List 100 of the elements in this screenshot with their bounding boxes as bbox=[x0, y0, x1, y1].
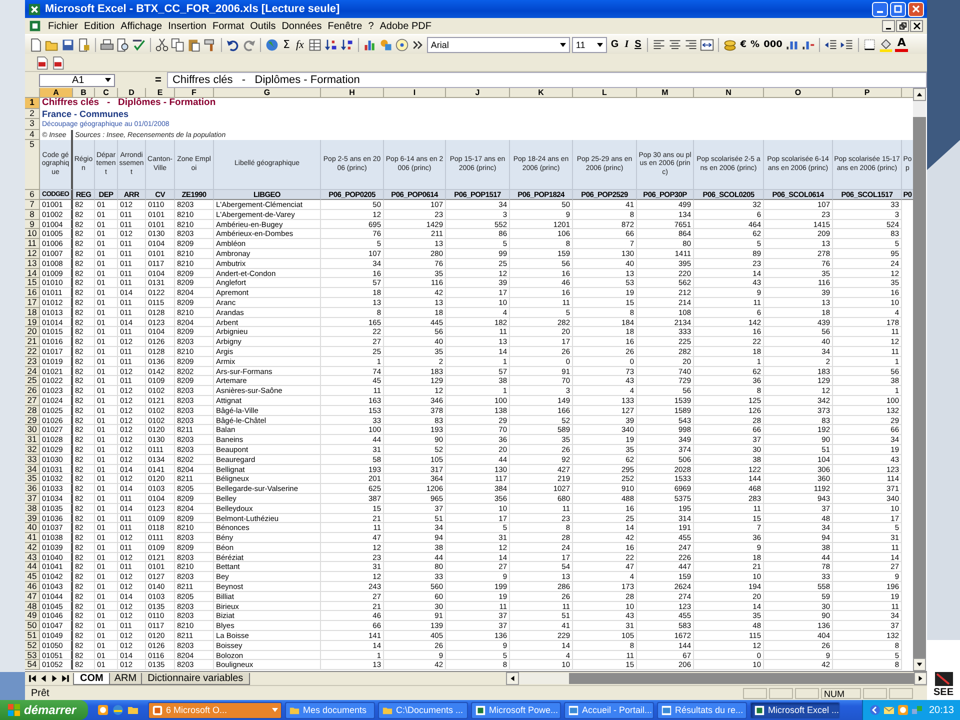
row-header[interactable]: 51 bbox=[25, 631, 40, 641]
row-header[interactable]: 48 bbox=[25, 602, 40, 612]
align-left-icon[interactable] bbox=[652, 38, 666, 52]
scrollbar-thumb[interactable] bbox=[913, 117, 926, 658]
bold-button[interactable]: G bbox=[608, 36, 621, 52]
align-center-icon[interactable] bbox=[668, 38, 682, 52]
globe-icon[interactable] bbox=[265, 38, 279, 52]
envelope-icon[interactable] bbox=[882, 704, 895, 716]
row-header[interactable]: 17 bbox=[25, 298, 40, 308]
column-header[interactable]: O bbox=[764, 88, 833, 98]
printer-icon[interactable] bbox=[100, 38, 114, 52]
row-header[interactable]: 13 bbox=[25, 258, 40, 269]
column-header[interactable]: D bbox=[118, 88, 146, 98]
column-header[interactable]: J bbox=[446, 88, 510, 98]
font-field[interactable]: Arial bbox=[426, 36, 570, 52]
row-header[interactable]: 39 bbox=[25, 514, 40, 524]
next-sheet-button[interactable] bbox=[50, 674, 59, 683]
scroll-up-button[interactable] bbox=[913, 88, 926, 101]
column-header[interactable]: L bbox=[573, 88, 637, 98]
column-header[interactable]: M bbox=[637, 88, 694, 98]
row-header[interactable]: 4 bbox=[25, 130, 40, 140]
column-header[interactable]: F bbox=[175, 88, 214, 98]
row-header[interactable]: 14 bbox=[25, 268, 40, 278]
align-right-icon[interactable] bbox=[684, 38, 698, 52]
sheet-tab[interactable]: COM bbox=[73, 672, 110, 684]
taskbar-button[interactable]: Mes documents bbox=[285, 702, 376, 718]
clipboard-icon[interactable] bbox=[187, 38, 201, 52]
last-sheet-button[interactable] bbox=[61, 674, 70, 683]
row-header[interactable]: 43 bbox=[25, 552, 40, 562]
row-header[interactable]: 28 bbox=[25, 406, 40, 416]
row-header[interactable]: 47 bbox=[25, 592, 40, 602]
row-header[interactable]: 5 bbox=[25, 140, 40, 190]
font-size-field[interactable]: 11 bbox=[572, 36, 607, 52]
row-header[interactable]: 7 bbox=[25, 200, 40, 210]
merge-cells-icon[interactable] bbox=[700, 38, 714, 52]
formula-field[interactable]: Chiffres clés - Diplômes - Formation bbox=[167, 72, 927, 88]
column-header[interactable]: B bbox=[73, 88, 95, 98]
menu-item[interactable]: Fenêtre bbox=[324, 20, 366, 32]
column-header[interactable]: I bbox=[384, 88, 446, 98]
row-header[interactable]: 42 bbox=[25, 542, 40, 553]
menu-item[interactable]: Outils bbox=[247, 20, 279, 32]
row-header[interactable]: 40 bbox=[25, 523, 40, 534]
row-header[interactable]: 41 bbox=[25, 533, 40, 543]
italic-button[interactable]: I bbox=[622, 36, 631, 52]
row-header[interactable]: 26 bbox=[25, 386, 40, 396]
row-header[interactable]: 50 bbox=[25, 621, 40, 632]
column-header[interactable]: P bbox=[833, 88, 902, 98]
row-header[interactable]: 52 bbox=[25, 640, 40, 651]
row-header[interactable]: 31 bbox=[25, 435, 40, 445]
scrollbar-thumb[interactable] bbox=[569, 673, 914, 684]
row-header[interactable]: 37 bbox=[25, 494, 40, 504]
row-header[interactable]: 20 bbox=[25, 327, 40, 338]
row-header[interactable]: 25 bbox=[25, 376, 40, 386]
row-header[interactable]: 16 bbox=[25, 288, 40, 298]
row-header[interactable]: 12 bbox=[25, 248, 40, 259]
taskbar-button[interactable]: Microsoft Excel ... bbox=[750, 702, 840, 718]
decrease-indent-icon[interactable] bbox=[824, 38, 838, 52]
row-header[interactable]: 29 bbox=[25, 416, 40, 426]
spell-check-icon[interactable] bbox=[132, 38, 146, 52]
row-header[interactable]: 27 bbox=[25, 396, 40, 406]
row-header[interactable]: 18 bbox=[25, 308, 40, 318]
media-icon[interactable] bbox=[97, 704, 110, 716]
row-header[interactable]: 38 bbox=[25, 504, 40, 514]
column-header[interactable]: H bbox=[321, 88, 384, 98]
taskbar-button[interactable]: Accueil - Portail... bbox=[564, 702, 654, 718]
row-header[interactable]: 2 bbox=[25, 108, 40, 119]
row-header[interactable]: 24 bbox=[25, 366, 40, 376]
sum-button[interactable]: Σ bbox=[281, 36, 292, 52]
taskbar-button[interactable]: Résultats du re... bbox=[657, 702, 748, 718]
row-header[interactable]: 6 bbox=[25, 190, 40, 200]
row-header[interactable]: 54 bbox=[25, 660, 40, 670]
row-header[interactable]: 22 bbox=[25, 346, 40, 357]
column-header[interactable]: C bbox=[95, 88, 118, 98]
scroll-down-button[interactable] bbox=[913, 658, 926, 671]
row-header[interactable]: 10 bbox=[25, 229, 40, 240]
menu-item[interactable]: Données bbox=[278, 20, 325, 32]
increase-indent-icon[interactable] bbox=[840, 38, 854, 52]
row-header[interactable]: 21 bbox=[25, 337, 40, 347]
table-icon[interactable] bbox=[308, 38, 322, 52]
taskbar-button[interactable]: C:\Documents ... bbox=[378, 702, 468, 718]
pdf-icon[interactable] bbox=[35, 56, 49, 70]
row-header[interactable]: 36 bbox=[25, 484, 40, 494]
row-header[interactable]: 32 bbox=[25, 444, 40, 455]
drawing-icon[interactable] bbox=[378, 38, 393, 52]
row-header[interactable]: 44 bbox=[25, 562, 40, 572]
thousands-button[interactable]: 000 bbox=[762, 36, 784, 52]
coins-icon[interactable] bbox=[723, 38, 738, 52]
row-header[interactable]: 15 bbox=[25, 278, 40, 288]
sheet-tab[interactable]: Dictionnaire variables bbox=[140, 672, 250, 684]
scroll-right-button[interactable] bbox=[914, 672, 927, 685]
media-icon[interactable] bbox=[896, 704, 909, 716]
row-header[interactable]: 34 bbox=[25, 464, 40, 474]
row-header[interactable]: 3 bbox=[25, 119, 40, 130]
menu-item[interactable]: Format bbox=[209, 20, 248, 32]
row-header[interactable]: 19 bbox=[25, 318, 40, 328]
underline-button[interactable]: S bbox=[632, 36, 644, 52]
row-header[interactable]: 33 bbox=[25, 454, 40, 465]
scissors-icon[interactable] bbox=[155, 38, 169, 52]
copy-icon[interactable] bbox=[171, 38, 185, 52]
maximize-button[interactable] bbox=[890, 2, 906, 16]
